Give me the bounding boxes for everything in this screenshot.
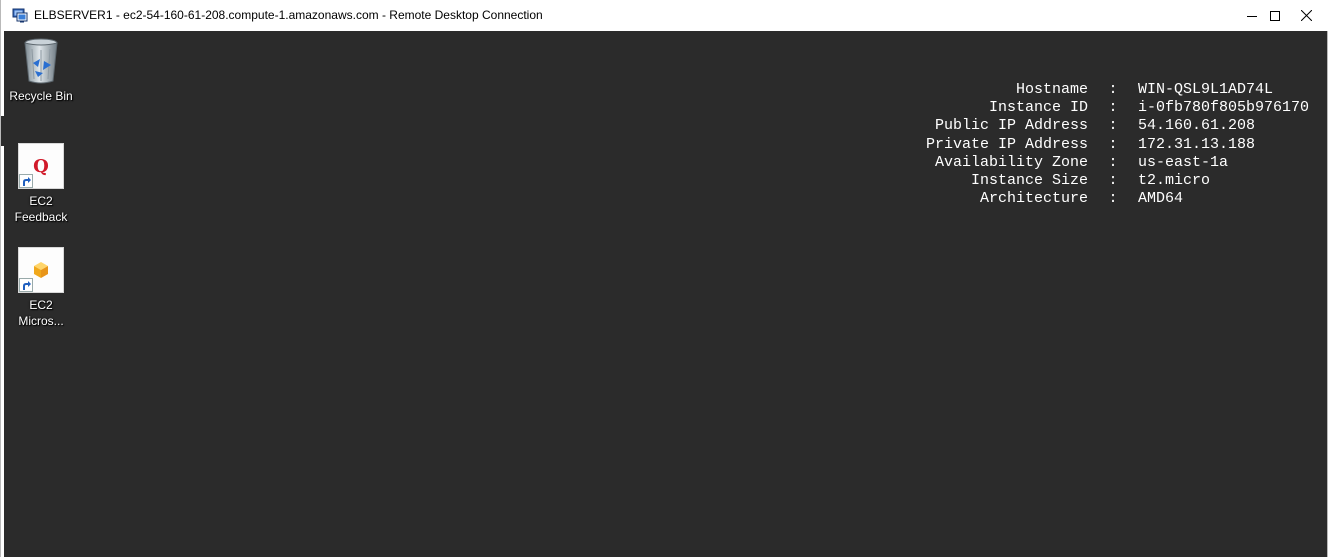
bginfo-row: Availability Zone: us-east-1a: [926, 154, 1309, 172]
close-icon: [1300, 10, 1312, 21]
ec2-feedback-label-line2: Feedback: [14, 210, 68, 224]
bginfo-row: Architecture: AMD64: [926, 190, 1309, 208]
desktop-icon-ec2-feedback[interactable]: Q EC2 Feedback: [4, 143, 78, 225]
bginfo-panel: Hostname: WIN-QSL9L1AD74L Instance ID: i-0f…: [926, 81, 1309, 208]
ec2-microsoft-label-line1: EC2: [29, 298, 53, 312]
bginfo-value: 54.160.61.208: [1137, 117, 1255, 135]
title-bar[interactable]: ELBSERVER1 - ec2-54-160-61-208.compute-1…: [1, 0, 1328, 31]
ec2-feedback-label: EC2 Feedback: [4, 193, 78, 225]
maximize-icon: [1270, 10, 1280, 21]
bginfo-value: 172.31.13.188: [1137, 135, 1255, 153]
bginfo-value: AMD64: [1137, 190, 1183, 208]
bginfo-value: WIN-QSL9L1AD74L: [1137, 81, 1273, 98]
bginfo-separator: :: [1108, 135, 1118, 153]
left-edge: [1, 116, 4, 146]
close-button[interactable]: [1283, 0, 1328, 31]
bginfo-value: us-east-1a: [1137, 153, 1228, 171]
ec2-feedback-label-line1: EC2: [29, 194, 53, 208]
bginfo-separator: :: [1108, 190, 1118, 208]
recycle-bin-label: Recycle Bin: [9, 89, 73, 103]
bginfo-key: Hostname: [1015, 81, 1088, 98]
bginfo-table: Hostname: WIN-QSL9L1AD74L Instance ID: i-0f…: [926, 81, 1309, 208]
bginfo-row: Private IP Address: 172.31.13.188: [926, 136, 1309, 154]
window-title: ELBSERVER1 - ec2-54-160-61-208.compute-1…: [34, 8, 543, 22]
bginfo-value: t2.micro: [1137, 172, 1210, 190]
shortcut-arrow-icon: [19, 174, 33, 188]
remote-desktop-icon: [12, 7, 28, 23]
aws-box-icon: [18, 247, 64, 293]
bginfo-separator: :: [1108, 81, 1118, 98]
recycle-bin-icon: [18, 37, 64, 85]
bginfo-row: Hostname: WIN-QSL9L1AD74L: [926, 81, 1309, 99]
bginfo-separator: :: [1108, 172, 1118, 190]
ec2-microsoft-label-line2: Micros...: [18, 314, 64, 328]
bginfo-key: Private IP Address: [925, 135, 1088, 153]
bginfo-row: Public IP Address: 54.160.61.208: [926, 117, 1309, 135]
ec2-microsoft-label: EC2 Micros...: [4, 297, 78, 329]
bginfo-key: Architecture: [979, 190, 1088, 208]
bginfo-value: i-0fb780f805b976170: [1137, 99, 1309, 117]
feedback-q-icon: Q: [18, 143, 64, 189]
desktop-icon-recycle-bin[interactable]: Recycle Bin: [4, 37, 78, 104]
bginfo-key: Public IP Address: [934, 117, 1088, 135]
remote-desktop-area[interactable]: Recycle Bin Q EC2 Feedback EC2 Micros...…: [4, 31, 1327, 557]
bginfo-key: Availability Zone: [934, 153, 1088, 171]
shortcut-arrow-icon: [19, 278, 33, 292]
bginfo-key: Instance ID: [988, 99, 1088, 117]
bginfo-separator: :: [1108, 99, 1118, 117]
bginfo-row: Instance Size: t2.micro: [926, 172, 1309, 190]
desktop-icon-ec2-microsoft[interactable]: EC2 Micros...: [4, 247, 78, 329]
bginfo-key: Instance Size: [970, 172, 1088, 190]
bginfo-separator: :: [1108, 117, 1118, 135]
remote-desktop-window: ELBSERVER1 - ec2-54-160-61-208.compute-1…: [0, 0, 1328, 557]
bginfo-separator: :: [1108, 153, 1118, 171]
bginfo-row: Instance ID: i-0fb780f805b976170: [926, 99, 1309, 117]
